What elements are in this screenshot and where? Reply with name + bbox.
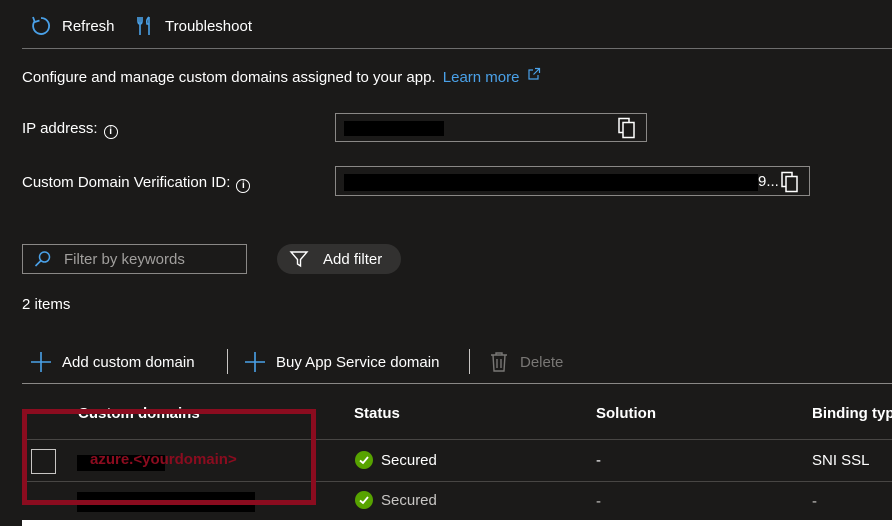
add-filter-label: Add filter: [323, 250, 383, 268]
info-icon[interactable]: i: [103, 125, 118, 139]
bottom-edge: [22, 520, 892, 526]
plus-icon: [244, 351, 266, 373]
learn-more-link[interactable]: Learn more: [442, 67, 541, 86]
delete-label: Delete: [520, 353, 564, 371]
refresh-button[interactable]: Refresh: [30, 14, 115, 38]
external-link-icon: [527, 67, 541, 81]
verification-id-text: Custom Domain Verification ID:: [22, 174, 231, 191]
status-badge: Secured: [355, 491, 437, 509]
ip-address-text: IP address:: [22, 120, 98, 137]
solution-cell: -: [596, 452, 601, 469]
intro-text: Configure and manage custom domains assi…: [22, 67, 541, 86]
verification-id-suffix: 9...: [758, 173, 779, 190]
action-separator: [469, 349, 470, 374]
add-custom-domain-label: Add custom domain: [62, 353, 195, 371]
add-custom-domain-button[interactable]: Add custom domain: [30, 350, 195, 374]
toolbar-divider: [22, 48, 892, 49]
buy-domain-button[interactable]: Buy App Service domain: [244, 350, 439, 374]
plus-icon: [30, 351, 52, 373]
verification-id-label: Custom Domain Verification ID: i: [22, 174, 251, 193]
binding-type-cell: -: [812, 493, 817, 510]
filter-input[interactable]: [64, 250, 234, 268]
column-header-status[interactable]: Status: [354, 405, 400, 422]
ip-address-label: IP address: i: [22, 120, 118, 139]
funnel-icon: [289, 249, 309, 269]
redacted-ip: [344, 121, 444, 136]
binding-type-cell: SNI SSL: [812, 452, 870, 469]
add-filter-button[interactable]: Add filter: [277, 244, 401, 274]
item-count: 2 items: [22, 296, 71, 313]
redacted-verification-id: [344, 174, 758, 191]
troubleshoot-button[interactable]: Troubleshoot: [136, 14, 252, 38]
learn-more-label: Learn more: [442, 69, 520, 86]
column-header-binding-type[interactable]: Binding typ: [812, 405, 892, 422]
annotation-highlight-box: [22, 409, 316, 505]
delete-button[interactable]: Delete: [489, 350, 563, 374]
trash-icon: [489, 351, 509, 373]
refresh-label: Refresh: [62, 17, 115, 35]
checkmark-icon: [355, 451, 373, 469]
status-text: Secured: [381, 451, 437, 469]
info-icon[interactable]: i: [236, 179, 251, 193]
buy-domain-label: Buy App Service domain: [276, 353, 440, 371]
troubleshoot-label: Troubleshoot: [165, 17, 252, 35]
table-top-divider: [22, 383, 892, 384]
copy-icon[interactable]: [780, 171, 800, 193]
status-text: Secured: [381, 491, 437, 509]
column-header-solution[interactable]: Solution: [596, 405, 656, 422]
solution-cell: -: [596, 493, 601, 510]
refresh-icon: [30, 15, 52, 37]
action-separator: [227, 349, 228, 374]
checkmark-icon: [355, 491, 373, 509]
status-badge: Secured: [355, 451, 437, 469]
copy-icon[interactable]: [617, 117, 637, 139]
filter-search-box[interactable]: [22, 244, 247, 274]
intro-description: Configure and manage custom domains assi…: [22, 69, 436, 86]
search-icon: [34, 250, 52, 268]
wrench-icon: [136, 15, 154, 37]
